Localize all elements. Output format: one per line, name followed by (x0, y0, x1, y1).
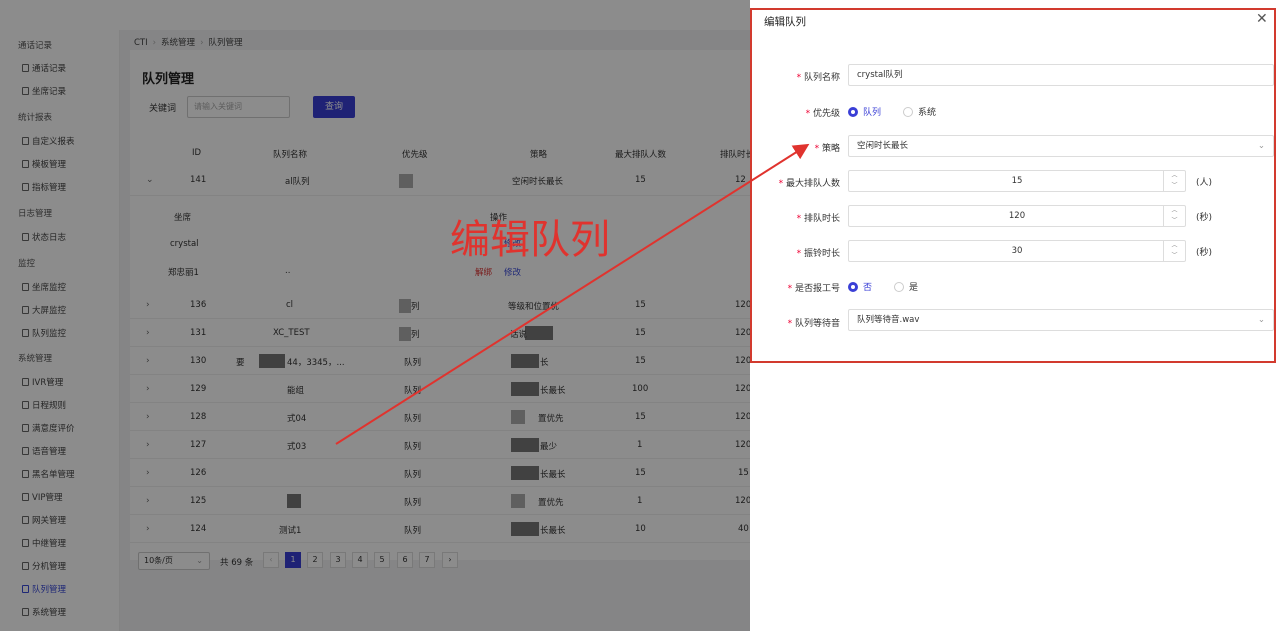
annotation-arrow (335, 143, 810, 445)
arrow-line (335, 143, 810, 445)
app-root: 通话记录 通话记录 坐席记录 统计报表 自定义报表 模板管理 指标管理 日志管理… (0, 0, 1280, 631)
